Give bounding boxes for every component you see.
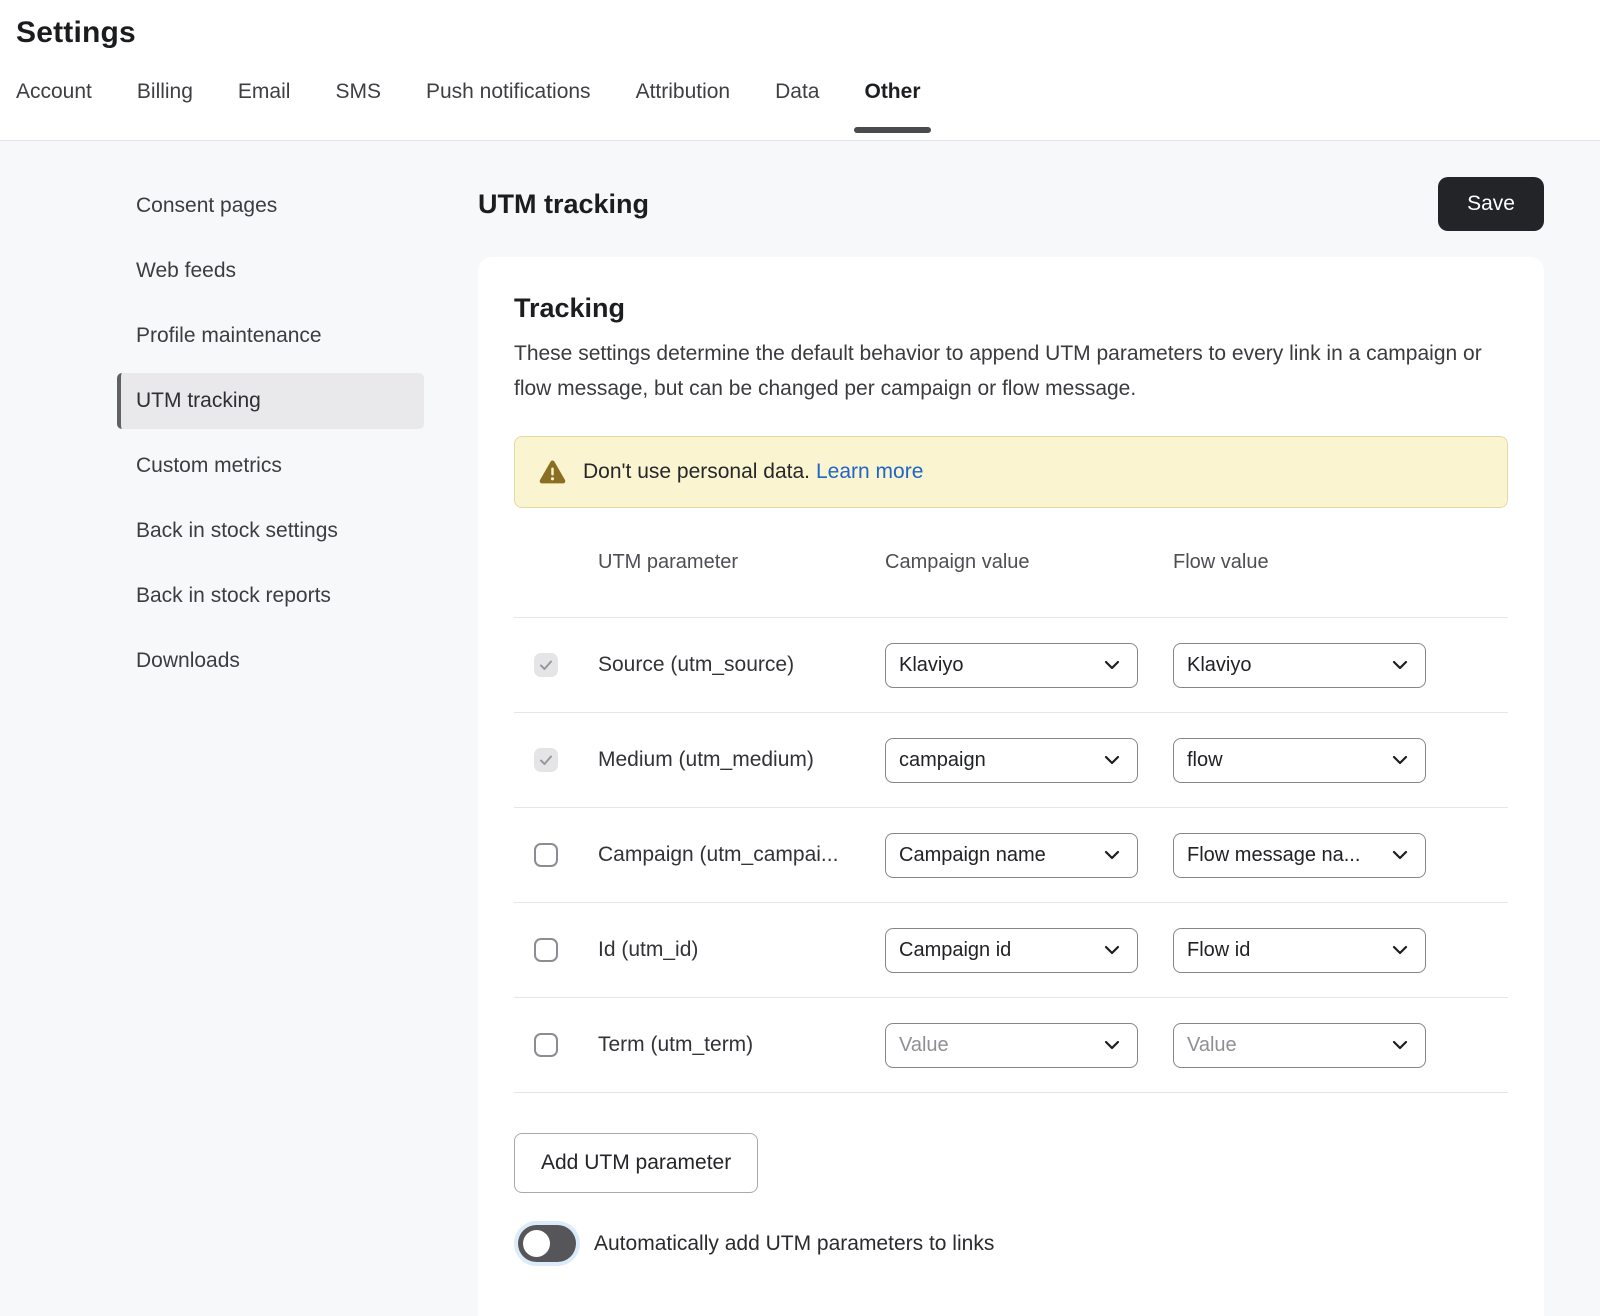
tab-account[interactable]: Account: [14, 80, 94, 132]
chevron-down-icon: [1102, 750, 1122, 770]
checkmark-icon: [538, 752, 554, 768]
campaign-value-select[interactable]: Value: [885, 1023, 1138, 1068]
add-utm-parameter-button[interactable]: Add UTM parameter: [514, 1133, 758, 1193]
tracking-card: Tracking These settings determine the de…: [478, 257, 1544, 1316]
chevron-down-icon: [1102, 940, 1122, 960]
campaign-value-select[interactable]: Campaign id: [885, 928, 1138, 973]
sidebar-item-web-feeds[interactable]: Web feeds: [117, 243, 424, 299]
row-checkbox: [534, 748, 558, 772]
utm-parameter-label: Term (utm_term): [598, 1033, 885, 1057]
sidebar-item-downloads[interactable]: Downloads: [117, 633, 424, 689]
row-checkbox[interactable]: [534, 938, 558, 962]
flow-value-select[interactable]: Flow message na...: [1173, 833, 1426, 878]
app-header: Settings Account Billing Email SMS Push …: [0, 0, 1600, 141]
sidebar-item-utm-tracking[interactable]: UTM tracking: [117, 373, 424, 429]
tab-sms[interactable]: SMS: [333, 80, 383, 132]
tab-push-notifications[interactable]: Push notifications: [424, 80, 593, 132]
chevron-down-icon: [1390, 1035, 1410, 1055]
table-row: Id (utm_id) Campaign id Flow id: [514, 903, 1508, 998]
tab-email[interactable]: Email: [236, 80, 293, 132]
learn-more-link[interactable]: Learn more: [816, 460, 923, 483]
header-utm-parameter: UTM parameter: [598, 551, 885, 574]
sidebar-item-profile-maintenance[interactable]: Profile maintenance: [117, 308, 424, 364]
main-header: UTM tracking Save: [478, 177, 1544, 231]
content-area: Consent pages Web feeds Profile maintena…: [0, 141, 1600, 1316]
warning-triangle-icon: [539, 460, 566, 485]
table-row: Medium (utm_medium) campaign flow: [514, 713, 1508, 808]
sidebar-item-custom-metrics[interactable]: Custom metrics: [117, 438, 424, 494]
row-checkbox: [534, 653, 558, 677]
settings-sidebar: Consent pages Web feeds Profile maintena…: [0, 141, 420, 1316]
row-checkbox[interactable]: [534, 1033, 558, 1057]
chevron-down-icon: [1390, 655, 1410, 675]
flow-value-select[interactable]: Flow id: [1173, 928, 1426, 973]
tab-other[interactable]: Other: [862, 80, 922, 132]
sidebar-item-back-in-stock-settings[interactable]: Back in stock settings: [117, 503, 424, 559]
table-row: Campaign (utm_campai... Campaign name Fl…: [514, 808, 1508, 903]
section-title: UTM tracking: [478, 189, 649, 220]
chevron-down-icon: [1390, 845, 1410, 865]
sidebar-item-consent-pages[interactable]: Consent pages: [117, 178, 424, 234]
utm-parameter-label: Id (utm_id): [598, 938, 885, 962]
card-description: These settings determine the default beh…: [514, 336, 1504, 406]
tab-billing[interactable]: Billing: [135, 80, 195, 132]
flow-value-select[interactable]: Klaviyo: [1173, 643, 1426, 688]
utm-table: UTM parameter Campaign value Flow value …: [514, 508, 1508, 1093]
utm-parameter-label: Campaign (utm_campai...: [598, 843, 885, 867]
warning-text: Don't use personal data. Learn more: [583, 460, 923, 484]
header-campaign-value: Campaign value: [885, 551, 1173, 574]
tab-attribution[interactable]: Attribution: [634, 80, 733, 132]
sidebar-item-back-in-stock-reports[interactable]: Back in stock reports: [117, 568, 424, 624]
chevron-down-icon: [1102, 845, 1122, 865]
flow-value-select[interactable]: Value: [1173, 1023, 1426, 1068]
chevron-down-icon: [1390, 750, 1410, 770]
row-checkbox[interactable]: [534, 843, 558, 867]
campaign-value-select[interactable]: Campaign name: [885, 833, 1138, 878]
table-row: Term (utm_term) Value Value: [514, 998, 1508, 1093]
table-row: Source (utm_source) Klaviyo Klaviyo: [514, 618, 1508, 713]
auto-utm-toggle-label: Automatically add UTM parameters to link…: [594, 1232, 994, 1256]
settings-tab-bar: Account Billing Email SMS Push notificat…: [14, 80, 1600, 132]
chevron-down-icon: [1390, 940, 1410, 960]
utm-parameter-label: Medium (utm_medium): [598, 748, 885, 772]
chevron-down-icon: [1102, 1035, 1122, 1055]
flow-value-select[interactable]: flow: [1173, 738, 1426, 783]
auto-utm-toggle[interactable]: [518, 1225, 576, 1262]
main-panel: UTM tracking Save Tracking These setting…: [420, 141, 1600, 1316]
checkmark-icon: [538, 657, 554, 673]
page-title: Settings: [16, 16, 1600, 50]
warning-message: Don't use personal data.: [583, 460, 810, 483]
tab-data[interactable]: Data: [773, 80, 821, 132]
save-button[interactable]: Save: [1438, 177, 1544, 231]
table-header-row: UTM parameter Campaign value Flow value: [514, 508, 1508, 618]
auto-utm-toggle-row: Automatically add UTM parameters to link…: [514, 1225, 1508, 1262]
chevron-down-icon: [1102, 655, 1122, 675]
utm-parameter-label: Source (utm_source): [598, 653, 885, 677]
card-heading: Tracking: [514, 293, 1508, 324]
header-flow-value: Flow value: [1173, 551, 1467, 574]
campaign-value-select[interactable]: campaign: [885, 738, 1138, 783]
campaign-value-select[interactable]: Klaviyo: [885, 643, 1138, 688]
warning-banner: Don't use personal data. Learn more: [514, 436, 1508, 508]
toggle-knob: [523, 1230, 550, 1257]
